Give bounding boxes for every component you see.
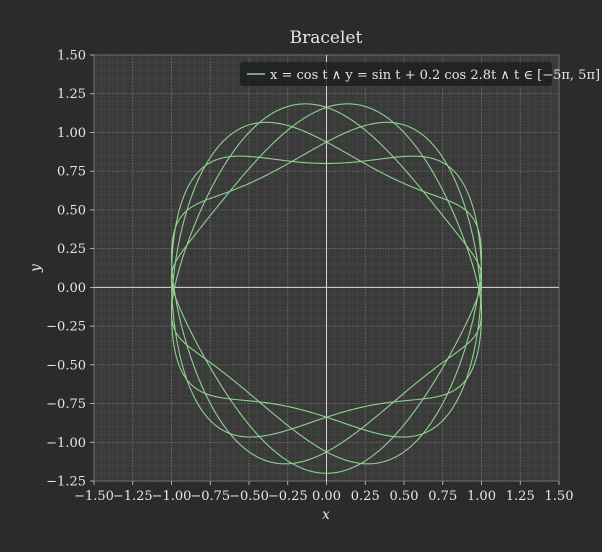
x-tick-label: 0.25 bbox=[351, 489, 380, 504]
x-tick-label: 1.50 bbox=[545, 489, 574, 504]
y-tick-label: −0.50 bbox=[46, 358, 86, 373]
x-tick-label: −1.00 bbox=[152, 489, 192, 504]
x-tick-label: 0.75 bbox=[428, 489, 457, 504]
legend: x = cos t ∧ y = sin t + 0.2 cos 2.8t ∧ t… bbox=[240, 62, 600, 86]
x-tick-label: 0.50 bbox=[390, 489, 419, 504]
y-tick-label: −1.00 bbox=[46, 436, 86, 451]
x-tick-label: 1.00 bbox=[467, 489, 496, 504]
x-tick-label: −0.25 bbox=[268, 489, 308, 504]
x-tick-label: −0.75 bbox=[190, 489, 230, 504]
chart-title: Bracelet bbox=[290, 28, 363, 48]
legend-label: x = cos t ∧ y = sin t + 0.2 cos 2.8t ∧ t… bbox=[270, 68, 600, 83]
y-tick-label: −1.25 bbox=[46, 475, 86, 490]
y-tick-label: 0.50 bbox=[57, 203, 86, 218]
x-tick-label: −1.25 bbox=[113, 489, 153, 504]
y-tick-label: 0.25 bbox=[57, 242, 86, 257]
y-axis-ticks: −1.25 −1.00 −0.75 −0.50 −0.25 0.00 0.25 0.50 0.7… bbox=[46, 49, 94, 490]
x-axis-label: x bbox=[322, 507, 330, 523]
y-tick-label: −0.75 bbox=[46, 397, 86, 412]
x-tick-label: 0.00 bbox=[312, 489, 341, 504]
y-tick-label: 0.75 bbox=[57, 165, 86, 180]
chart: Bracelet −1.50−1.25−1.00−0.75−0.50−0.25 0… bbox=[28, 28, 600, 523]
y-tick-label: 0.00 bbox=[57, 281, 86, 296]
y-tick-label: 1.50 bbox=[57, 49, 86, 64]
x-axis-ticks: −1.50−1.25−1.00−0.75−0.50−0.25 0.00 0.25 0.… bbox=[74, 481, 573, 504]
y-tick-label: 1.25 bbox=[57, 87, 86, 102]
y-tick-label: 1.00 bbox=[57, 126, 86, 141]
x-tick-label: −0.50 bbox=[229, 489, 269, 504]
x-tick-label: 1.25 bbox=[506, 489, 535, 504]
y-axis-label: y bbox=[28, 263, 44, 273]
y-tick-label: −0.25 bbox=[46, 320, 86, 335]
x-tick-label: −1.50 bbox=[74, 489, 114, 504]
